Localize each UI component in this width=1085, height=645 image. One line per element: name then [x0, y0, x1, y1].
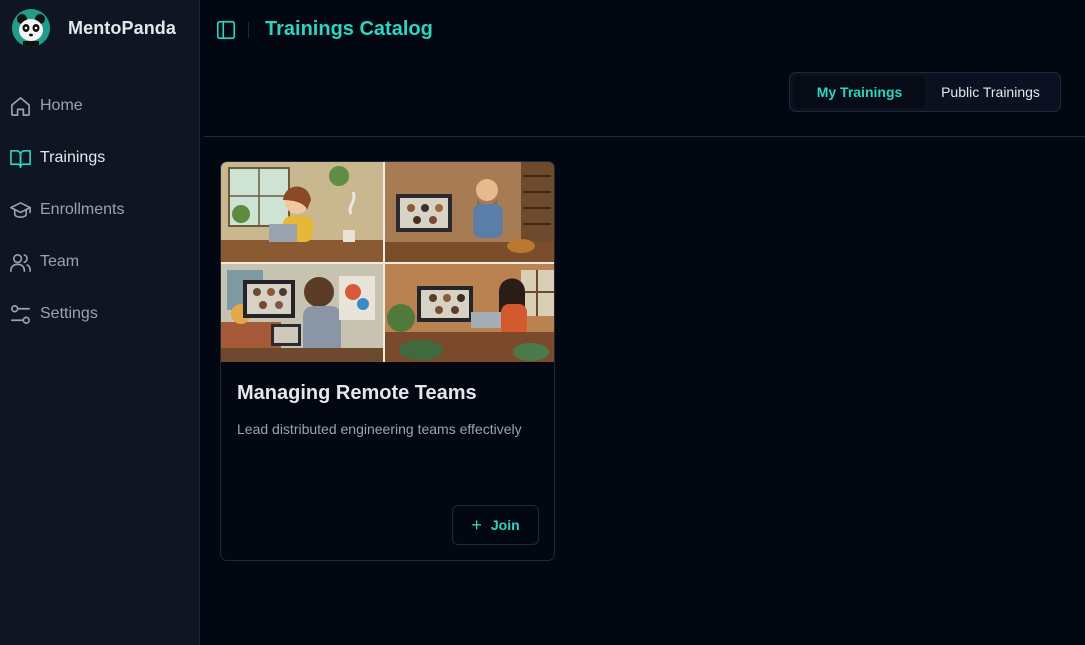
sidebar-nav: Home Trainings Enrollments Team Settings [0, 80, 199, 340]
tab-public-trainings[interactable]: Public Trainings [925, 76, 1056, 108]
top-bar: Trainings Catalog [200, 0, 1085, 62]
page-title: Trainings Catalog [265, 18, 433, 40]
tab-my-trainings[interactable]: My Trainings [794, 76, 925, 108]
brand[interactable]: MentoPanda [12, 9, 176, 47]
sidebar-item-settings[interactable]: Settings [0, 288, 199, 340]
sidebar-item-label: Home [40, 97, 83, 114]
sidebar-item-team[interactable]: Team [0, 236, 199, 288]
trainings-tabs: My Trainings Public Trainings [789, 72, 1061, 112]
sidebar-item-trainings[interactable]: Trainings [0, 132, 199, 184]
sidebar: MentoPanda Home Trainings Enrollments Te… [0, 0, 200, 645]
training-card[interactable]: Managing Remote Teams Lead distributed e… [220, 161, 555, 561]
home-icon [11, 96, 30, 116]
panel-left-icon[interactable] [215, 19, 237, 41]
panda-logo-icon [12, 9, 50, 47]
sidebar-item-label: Enrollments [40, 201, 125, 218]
sidebar-item-home[interactable]: Home [0, 80, 199, 132]
training-description: Lead distributed engineering teams effec… [237, 421, 522, 437]
sidebar-item-label: Settings [40, 305, 98, 322]
divider [248, 22, 249, 38]
training-image [221, 162, 554, 362]
users-icon [10, 253, 31, 272]
app-name: MentoPanda [68, 17, 177, 38]
book-open-icon [10, 149, 31, 168]
graduation-cap-icon [10, 201, 31, 218]
sidebar-item-enrollments[interactable]: Enrollments [0, 184, 199, 236]
training-title: Managing Remote Teams [237, 382, 477, 404]
sliders-icon [11, 304, 30, 324]
join-button[interactable]: + Join [452, 505, 539, 545]
join-button-label: Join [490, 517, 520, 533]
plus-icon: + [471, 515, 482, 535]
sidebar-item-label: Trainings [40, 149, 106, 166]
sidebar-item-label: Team [40, 253, 80, 270]
divider [204, 136, 1085, 137]
